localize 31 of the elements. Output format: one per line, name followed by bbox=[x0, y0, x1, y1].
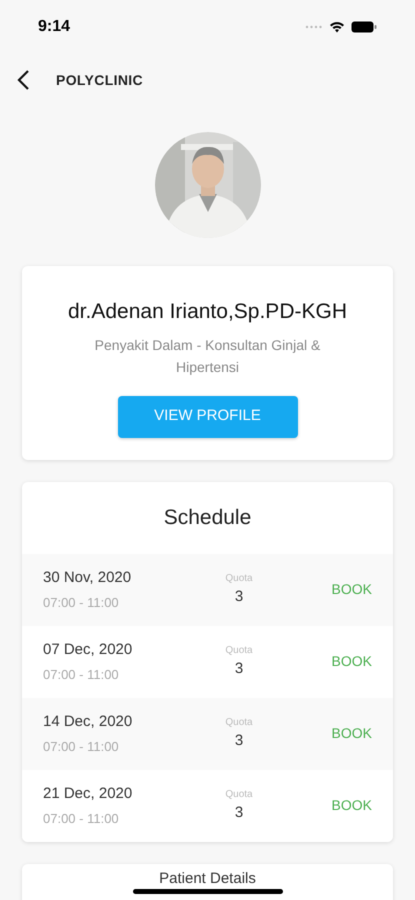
signal-icon bbox=[305, 25, 323, 29]
doctor-specialty: Penyakit Dalam - Konsultan Ginjal & Hipertensi bbox=[94, 336, 322, 377]
quota-value: 3 bbox=[234, 586, 244, 607]
quota-label: Quota bbox=[225, 788, 253, 802]
schedule-time: 07:00 - 11:00 bbox=[43, 738, 120, 756]
back-icon[interactable] bbox=[16, 69, 30, 91]
book-button[interactable]: BOOK bbox=[332, 579, 372, 600]
schedule-date: 21 Dec, 2020 bbox=[43, 784, 134, 804]
quota-value: 3 bbox=[234, 730, 244, 751]
patient-details-title: Patient Details bbox=[159, 870, 256, 886]
quota-label: Quota bbox=[225, 572, 253, 586]
battery-icon bbox=[351, 21, 377, 33]
book-button[interactable]: BOOK bbox=[332, 651, 372, 672]
quota-label: Quota bbox=[225, 644, 253, 658]
quota-value: 3 bbox=[234, 802, 244, 823]
quota-label: Quota bbox=[225, 716, 253, 730]
quota-value: 3 bbox=[234, 658, 244, 679]
view-profile-button[interactable]: VIEW PROFILE bbox=[118, 396, 298, 438]
book-button[interactable]: BOOK bbox=[332, 723, 372, 744]
schedule-date: 30 Nov, 2020 bbox=[43, 568, 132, 588]
schedule-time: 07:00 - 11:00 bbox=[43, 810, 120, 828]
status-time: 9:14 bbox=[38, 17, 70, 37]
wifi-icon bbox=[329, 21, 345, 33]
page-title: POLYCLINIC bbox=[56, 70, 143, 90]
doctor-name: dr.Adenan Irianto,Sp.PD-KGH bbox=[68, 299, 347, 325]
schedule-time: 07:00 - 11:00 bbox=[43, 666, 120, 684]
schedule-date: 07 Dec, 2020 bbox=[43, 640, 134, 660]
schedule-date: 14 Dec, 2020 bbox=[43, 712, 134, 732]
book-button[interactable]: BOOK bbox=[332, 795, 372, 816]
schedule-time: 07:00 - 11:00 bbox=[43, 594, 120, 612]
schedule-title: Schedule bbox=[164, 504, 252, 531]
